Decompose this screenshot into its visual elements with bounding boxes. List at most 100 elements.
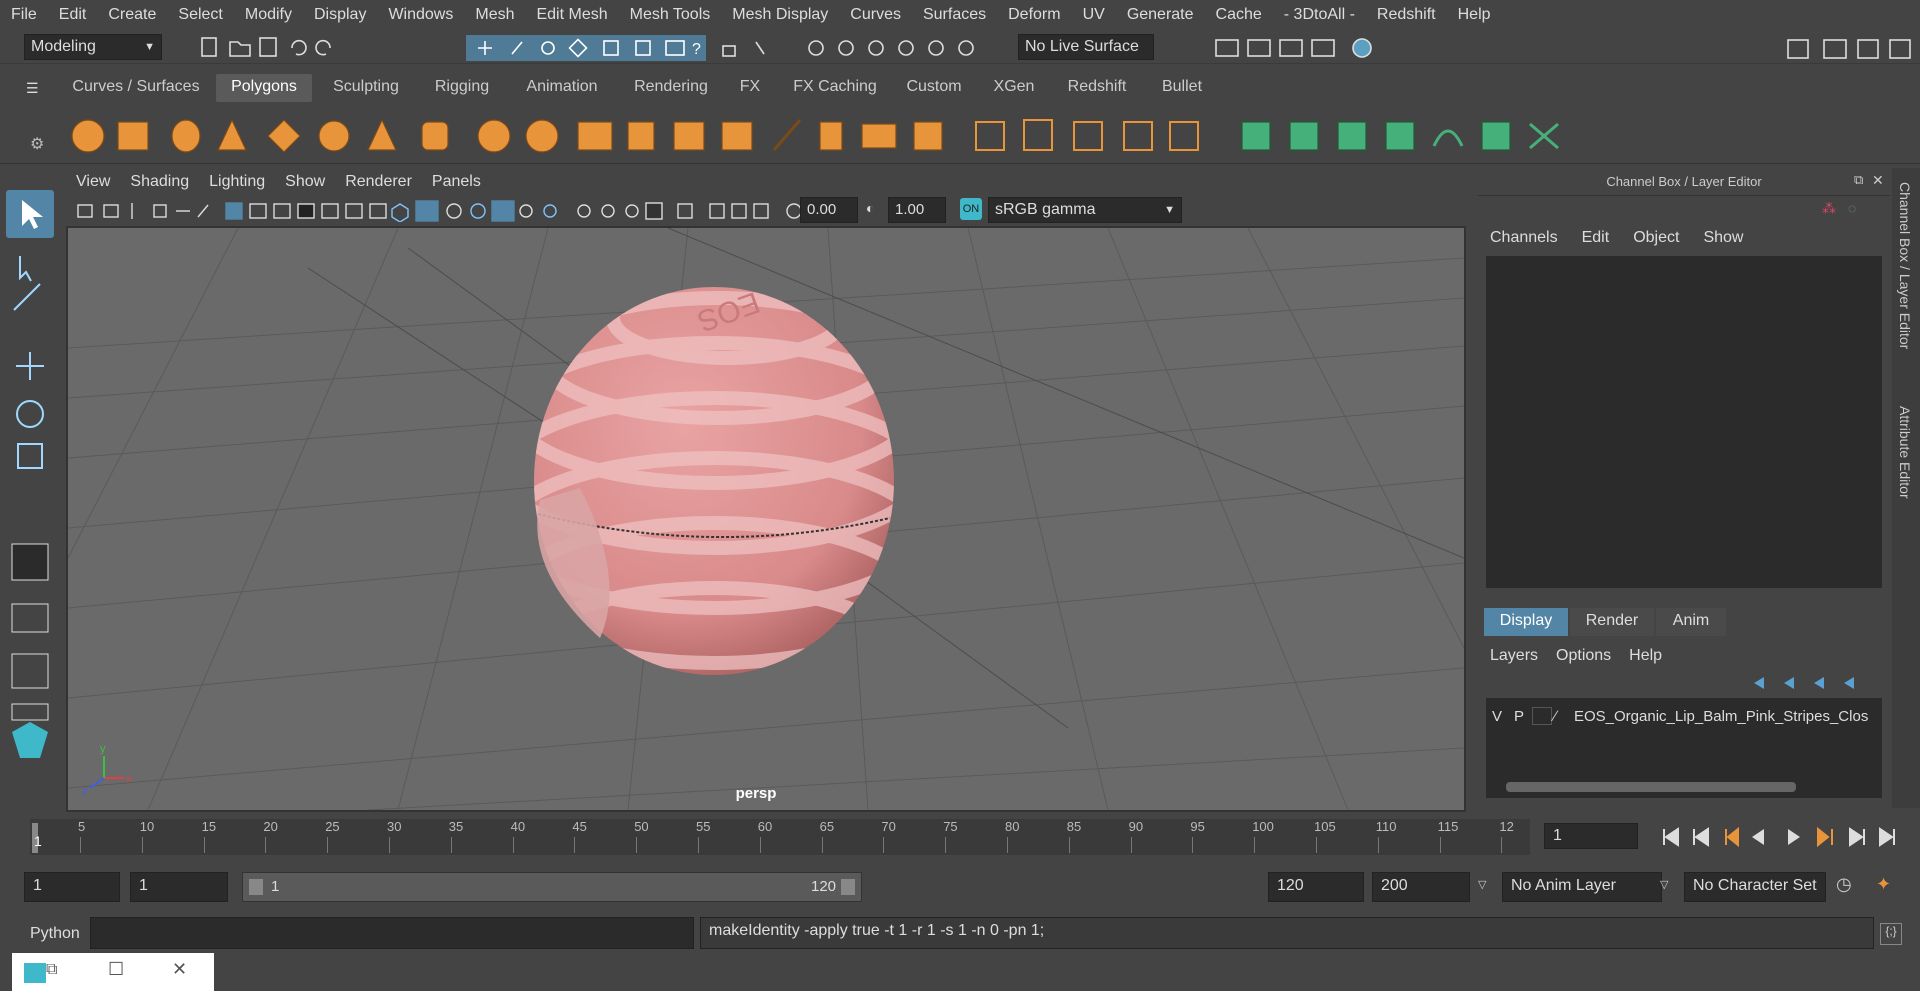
tab-redshift[interactable]: Redshift xyxy=(1056,74,1138,102)
gear-icon[interactable]: ⚙ xyxy=(30,134,44,154)
tab-anim[interactable]: Anim xyxy=(1656,608,1726,636)
tab-polygons[interactable]: Polygons xyxy=(216,74,312,102)
restore-icon[interactable]: ⧉ xyxy=(46,961,57,979)
side-tab-attribute-editor[interactable]: Attribute Editor xyxy=(1897,406,1913,566)
end-time-field[interactable]: 200 xyxy=(1372,872,1470,902)
manipulator-icon[interactable]: ⁂ xyxy=(1822,200,1836,217)
tab-fx[interactable]: FX xyxy=(730,74,770,102)
shelf-menu-icon[interactable]: ☰ xyxy=(26,80,42,96)
menu-edit-mesh[interactable]: Edit Mesh xyxy=(525,6,618,24)
maya-app-icon[interactable] xyxy=(24,963,46,983)
tab-rendering[interactable]: Rendering xyxy=(620,74,722,102)
menu-deform[interactable]: Deform xyxy=(997,6,1071,24)
close-icon[interactable]: ✕ xyxy=(1872,172,1884,189)
menu-redshift[interactable]: Redshift xyxy=(1366,6,1447,24)
maximize-icon[interactable]: ☐ xyxy=(108,959,124,980)
time-slider[interactable]: 1 5 10 15 20 25 30 35 40 45 50 55 60 65 70 75 80 85 90 95 1… xyxy=(0,815,1920,859)
help-icon: ? xyxy=(692,41,701,58)
close-icon[interactable]: ✕ xyxy=(172,959,187,980)
exposure-field[interactable]: 0.00 xyxy=(800,197,858,223)
layer-name[interactable]: EOS_Organic_Lip_Balm_Pink_Stripes_Clos xyxy=(1574,708,1880,725)
menu-select[interactable]: Select xyxy=(167,6,233,24)
menu-mesh-tools[interactable]: Mesh Tools xyxy=(619,6,722,24)
menu-surfaces[interactable]: Surfaces xyxy=(912,6,997,24)
viewport-menu-shading[interactable]: Shading xyxy=(120,173,199,191)
viewport-menu-show[interactable]: Show xyxy=(275,173,335,191)
menu-cb-edit[interactable]: Edit xyxy=(1570,229,1622,247)
menu-mesh-display[interactable]: Mesh Display xyxy=(721,6,839,24)
range-bar[interactable]: 1 120 xyxy=(242,872,862,902)
menu-mesh[interactable]: Mesh xyxy=(464,6,525,24)
tab-xgen[interactable]: XGen xyxy=(980,74,1048,102)
viewport-menu-lighting[interactable]: Lighting xyxy=(199,173,275,191)
tab-sculpting[interactable]: Sculpting xyxy=(320,74,412,102)
chevron-down-icon[interactable]: ▽ xyxy=(1660,878,1668,891)
viewport-menu-renderer[interactable]: Renderer xyxy=(335,173,422,191)
viewport-3d[interactable]: EOS x y z persp xyxy=(66,226,1466,812)
color-management-icon[interactable]: ON xyxy=(960,198,982,220)
menu-file[interactable]: File xyxy=(0,6,48,24)
character-set-field[interactable]: No Character Set xyxy=(1684,872,1826,902)
tab-curves-surfaces[interactable]: Curves / Surfaces xyxy=(64,74,208,102)
tab-fx-caching[interactable]: FX Caching xyxy=(780,74,890,102)
range-start-handle[interactable] xyxy=(249,879,263,895)
menu-channels[interactable]: Channels xyxy=(1478,229,1570,247)
tab-bullet[interactable]: Bullet xyxy=(1146,74,1218,102)
viewport-menu-view[interactable]: View xyxy=(66,173,120,191)
tab-display[interactable]: Display xyxy=(1484,608,1568,636)
anim-layer-field[interactable]: No Anim Layer xyxy=(1502,872,1662,902)
gamma-icon[interactable]: ◐ xyxy=(866,200,882,218)
menu-help[interactable]: Help xyxy=(1447,6,1502,24)
layer-color-swatch[interactable] xyxy=(1532,707,1552,725)
gamma-field[interactable]: 1.00 xyxy=(888,197,946,223)
preferences-icon[interactable]: ✦ xyxy=(1876,874,1891,895)
tab-animation[interactable]: Animation xyxy=(512,74,612,102)
script-editor-icon[interactable]: {;} xyxy=(1880,923,1902,945)
time-ruler[interactable]: 1 5 10 15 20 25 30 35 40 45 50 55 60 65 70 75 80 85 90 95 1… xyxy=(30,819,1530,855)
tab-render[interactable]: Render xyxy=(1570,608,1654,636)
combine-icon xyxy=(477,119,511,153)
side-tab-channel-box[interactable]: Channel Box / Layer Editor xyxy=(1897,182,1913,382)
color-space-dropdown[interactable]: sRGB gamma ▼ xyxy=(988,197,1182,223)
playback-start-field[interactable]: 1 xyxy=(130,872,228,902)
menu-edit[interactable]: Edit xyxy=(48,6,98,24)
tab-custom[interactable]: Custom xyxy=(898,74,970,102)
menu-cache[interactable]: Cache xyxy=(1205,6,1273,24)
tab-rigging[interactable]: Rigging xyxy=(420,74,504,102)
command-language-label[interactable]: Python xyxy=(30,925,80,943)
start-time-field[interactable]: 1 xyxy=(24,872,120,902)
playback-end-field[interactable]: 120 xyxy=(1268,872,1364,902)
menu-layers[interactable]: Layers xyxy=(1478,647,1550,665)
menu-curves[interactable]: Curves xyxy=(839,6,912,24)
channel-box-area[interactable] xyxy=(1486,256,1882,588)
menu-cb-show[interactable]: Show xyxy=(1691,229,1755,247)
chevron-down-icon[interactable]: ▽ xyxy=(1478,878,1486,891)
menu-generate[interactable]: Generate xyxy=(1116,6,1205,24)
command-input[interactable] xyxy=(90,917,694,949)
menu-options[interactable]: Options xyxy=(1550,647,1617,665)
layer-playback-toggle[interactable]: P xyxy=(1508,708,1530,725)
menu-layer-help[interactable]: Help xyxy=(1617,647,1674,665)
auto-key-icon[interactable]: ◷ xyxy=(1836,874,1852,895)
range-end-handle[interactable] xyxy=(841,879,855,895)
float-icon[interactable]: ⧉ xyxy=(1854,172,1863,188)
select-arrow-icon xyxy=(22,200,43,229)
menu-3dtoall[interactable]: - 3DtoAll - xyxy=(1273,6,1366,24)
layer-visibility-toggle[interactable]: V xyxy=(1486,708,1508,725)
menu-uv[interactable]: UV xyxy=(1072,6,1116,24)
rotate-manip-icon[interactable]: ◌ xyxy=(1848,200,1856,216)
viewport-menu-panels[interactable]: Panels xyxy=(422,173,491,191)
time-tick-label: 65 xyxy=(819,819,835,834)
live-surface-field[interactable]: No Live Surface xyxy=(1018,34,1154,60)
menu-create[interactable]: Create xyxy=(97,6,167,24)
menu-object[interactable]: Object xyxy=(1621,229,1691,247)
select-tool-button[interactable] xyxy=(6,190,54,238)
mode-dropdown[interactable]: Modeling ▼ xyxy=(24,34,162,60)
layer-row[interactable]: V P ∕ EOS_Organic_Lip_Balm_Pink_Stripes_… xyxy=(1486,702,1882,730)
field-chart-icon xyxy=(321,203,339,219)
menu-modify[interactable]: Modify xyxy=(234,6,303,24)
layer-scrollbar[interactable] xyxy=(1506,782,1796,792)
menu-windows[interactable]: Windows xyxy=(377,6,464,24)
current-frame-field[interactable]: 1 xyxy=(1544,823,1638,849)
menu-display[interactable]: Display xyxy=(303,6,377,24)
